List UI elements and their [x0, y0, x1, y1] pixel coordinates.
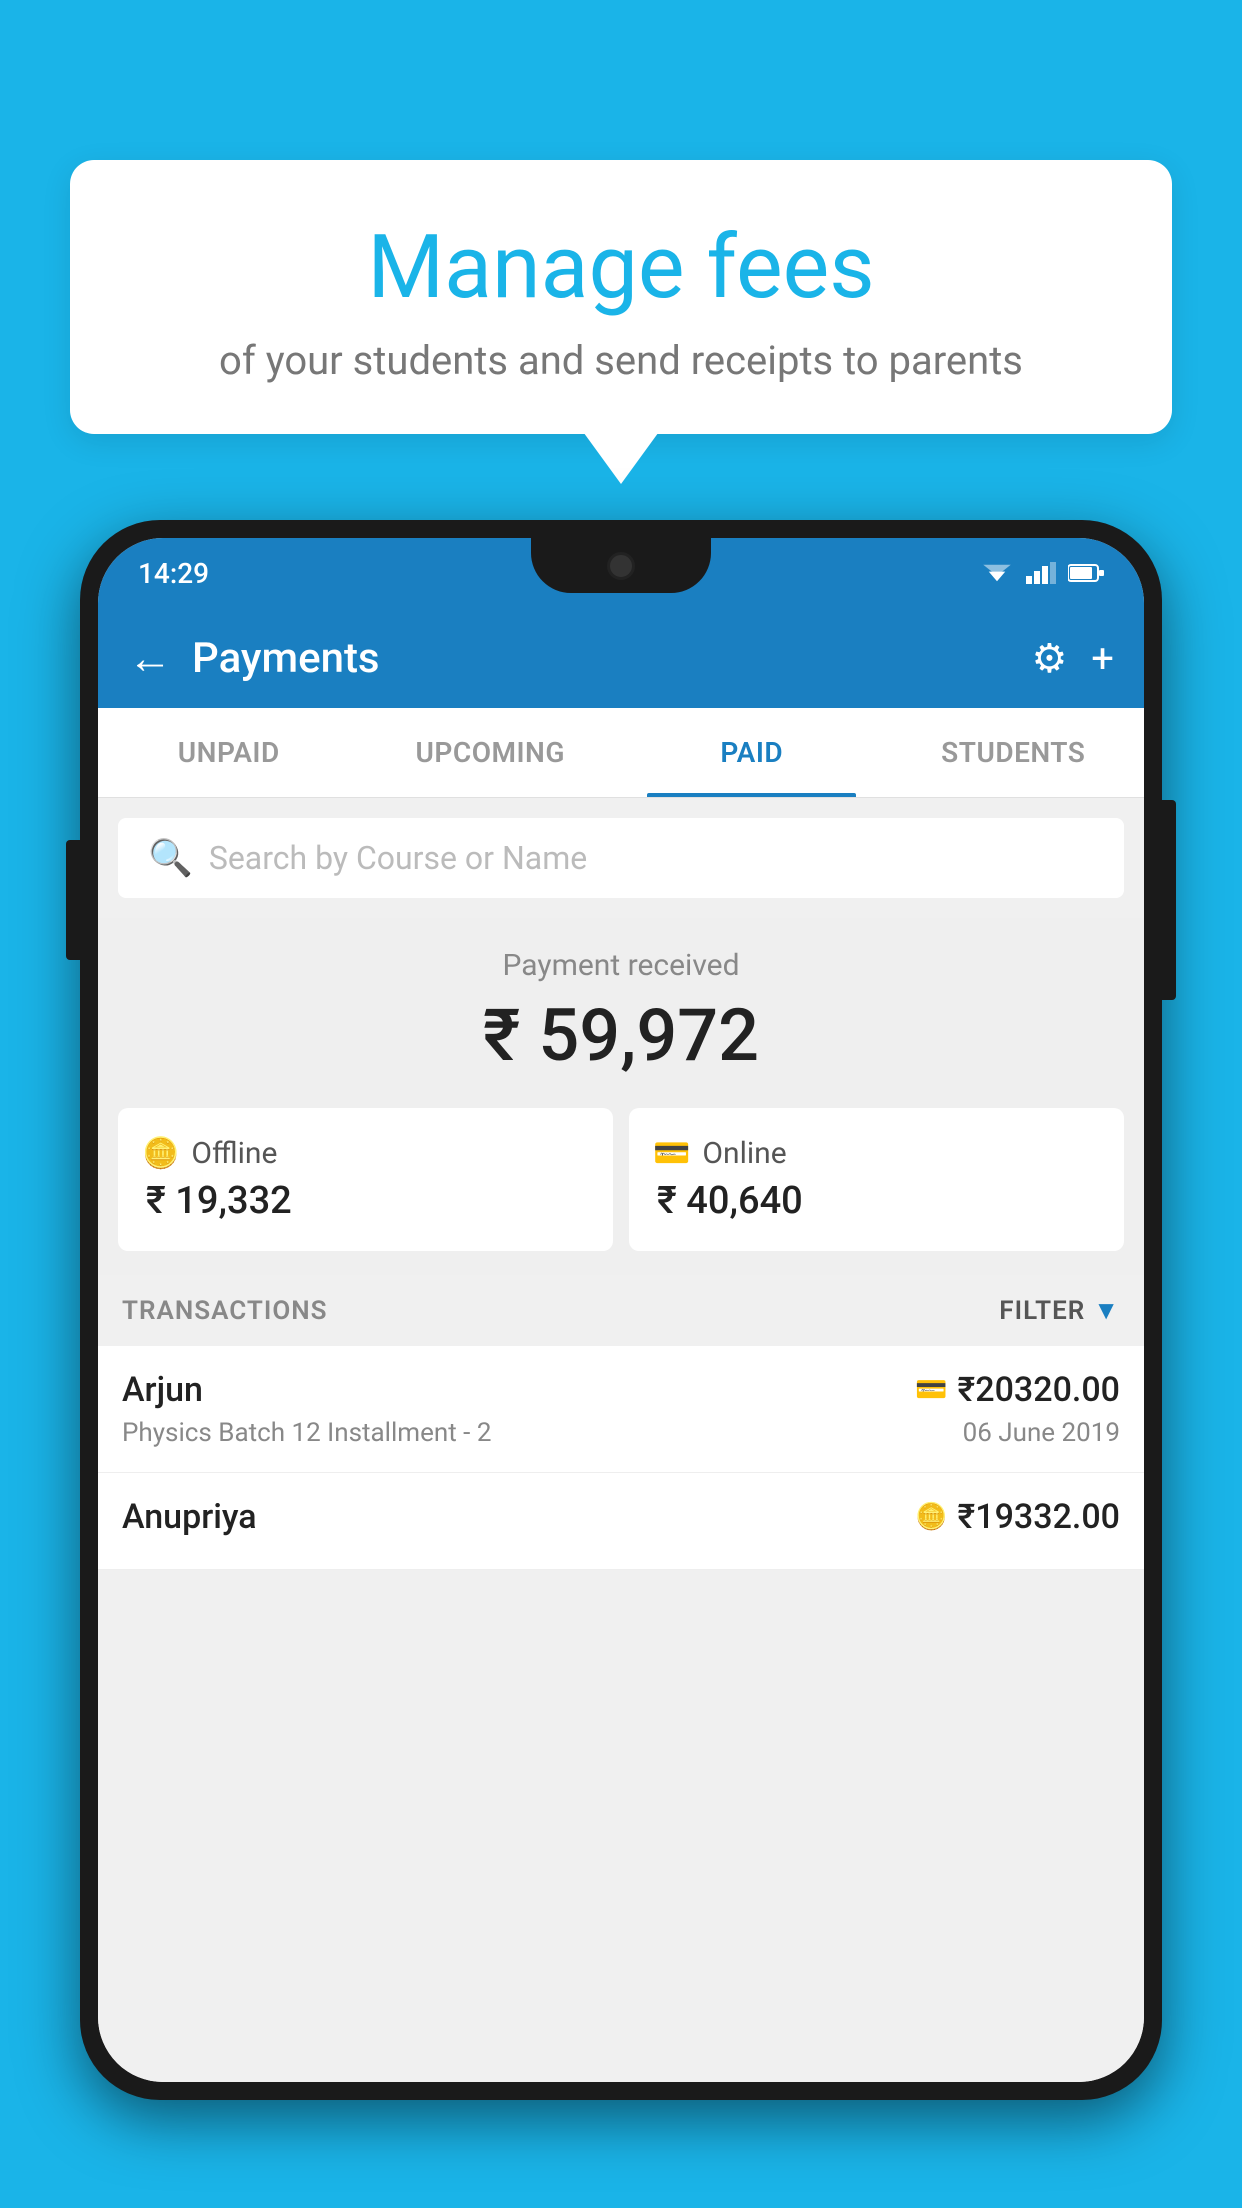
- online-amount: ₹ 40,640: [653, 1179, 1100, 1223]
- app-title: Payments: [192, 634, 1031, 683]
- offline-pay-icon: 🪙: [915, 1502, 947, 1532]
- camera: [607, 552, 635, 580]
- payment-received-section: Payment received ₹ 59,972: [98, 918, 1144, 1108]
- tab-students[interactable]: STUDENTS: [883, 708, 1145, 797]
- tab-upcoming[interactable]: UPCOMING: [360, 708, 622, 797]
- payment-amount: ₹ 59,972: [118, 993, 1124, 1078]
- offline-card: 🪙 Offline ₹ 19,332: [118, 1108, 613, 1251]
- status-time: 14:29: [138, 557, 209, 590]
- filter-button[interactable]: FILTER ▼: [999, 1295, 1120, 1326]
- transaction-top: Arjun 💳 ₹20320.00: [122, 1370, 1120, 1410]
- offline-label: Offline: [191, 1136, 277, 1171]
- app-bar-actions: ⚙ +: [1031, 635, 1114, 682]
- phone-notch: [531, 538, 711, 593]
- table-row[interactable]: Arjun 💳 ₹20320.00 Physics Batch 12 Insta…: [98, 1346, 1144, 1473]
- transactions-label: TRANSACTIONS: [122, 1296, 328, 1326]
- transaction-course: Physics Batch 12 Installment - 2: [122, 1418, 491, 1448]
- phone-mockup: 14:29: [80, 520, 1162, 2208]
- battery-icon: [1068, 563, 1104, 583]
- tabs-bar: UNPAID UPCOMING PAID STUDENTS: [98, 708, 1144, 798]
- signal-icon: [1026, 562, 1056, 584]
- transaction-amount: ₹19332.00: [958, 1497, 1120, 1537]
- transaction-amount: ₹20320.00: [958, 1370, 1120, 1410]
- transaction-name: Arjun: [122, 1370, 203, 1410]
- headline: Manage fees: [130, 220, 1112, 317]
- speech-bubble: Manage fees of your students and send re…: [70, 160, 1172, 434]
- content-area: 🔍 Search by Course or Name Payment recei…: [98, 798, 1144, 2082]
- phone-outer: 14:29: [80, 520, 1162, 2100]
- search-icon: 🔍: [148, 837, 193, 879]
- search-bar[interactable]: 🔍 Search by Course or Name: [118, 818, 1124, 898]
- app-bar: ← Payments ⚙ +: [98, 608, 1144, 708]
- online-card-header: 💳 Online: [653, 1136, 1100, 1171]
- transaction-amount-wrap: 🪙 ₹19332.00: [915, 1497, 1120, 1537]
- online-icon: 💳: [653, 1136, 690, 1171]
- transaction-date: 06 June 2019: [963, 1418, 1120, 1448]
- subtext: of your students and send receipts to pa…: [130, 337, 1112, 384]
- back-button[interactable]: ←: [128, 632, 172, 684]
- offline-icon: 🪙: [142, 1136, 179, 1171]
- payment-label: Payment received: [118, 948, 1124, 983]
- payment-cards: 🪙 Offline ₹ 19,332 💳 Online ₹ 40,640: [98, 1108, 1144, 1275]
- filter-icon: ▼: [1093, 1295, 1120, 1326]
- tab-paid[interactable]: PAID: [621, 708, 883, 797]
- settings-icon[interactable]: ⚙: [1031, 635, 1067, 682]
- offline-amount: ₹ 19,332: [142, 1179, 589, 1223]
- transactions-list: Arjun 💳 ₹20320.00 Physics Batch 12 Insta…: [98, 1346, 1144, 1570]
- search-placeholder: Search by Course or Name: [209, 839, 587, 877]
- wifi-icon: [980, 562, 1014, 584]
- status-icons: [980, 562, 1104, 584]
- table-row[interactable]: Anupriya 🪙 ₹19332.00: [98, 1473, 1144, 1570]
- add-button[interactable]: +: [1091, 635, 1114, 682]
- transaction-bottom: Physics Batch 12 Installment - 2 06 June…: [122, 1418, 1120, 1448]
- offline-card-header: 🪙 Offline: [142, 1136, 589, 1171]
- transaction-top: Anupriya 🪙 ₹19332.00: [122, 1497, 1120, 1537]
- online-label: Online: [702, 1136, 786, 1171]
- transactions-header: TRANSACTIONS FILTER ▼: [98, 1275, 1144, 1346]
- tab-unpaid[interactable]: UNPAID: [98, 708, 360, 797]
- transaction-name: Anupriya: [122, 1497, 257, 1537]
- filter-label: FILTER: [999, 1296, 1085, 1326]
- card-icon: 💳: [915, 1375, 947, 1405]
- online-card: 💳 Online ₹ 40,640: [629, 1108, 1124, 1251]
- phone-inner: 14:29: [98, 538, 1144, 2082]
- transaction-amount-wrap: 💳 ₹20320.00: [915, 1370, 1120, 1410]
